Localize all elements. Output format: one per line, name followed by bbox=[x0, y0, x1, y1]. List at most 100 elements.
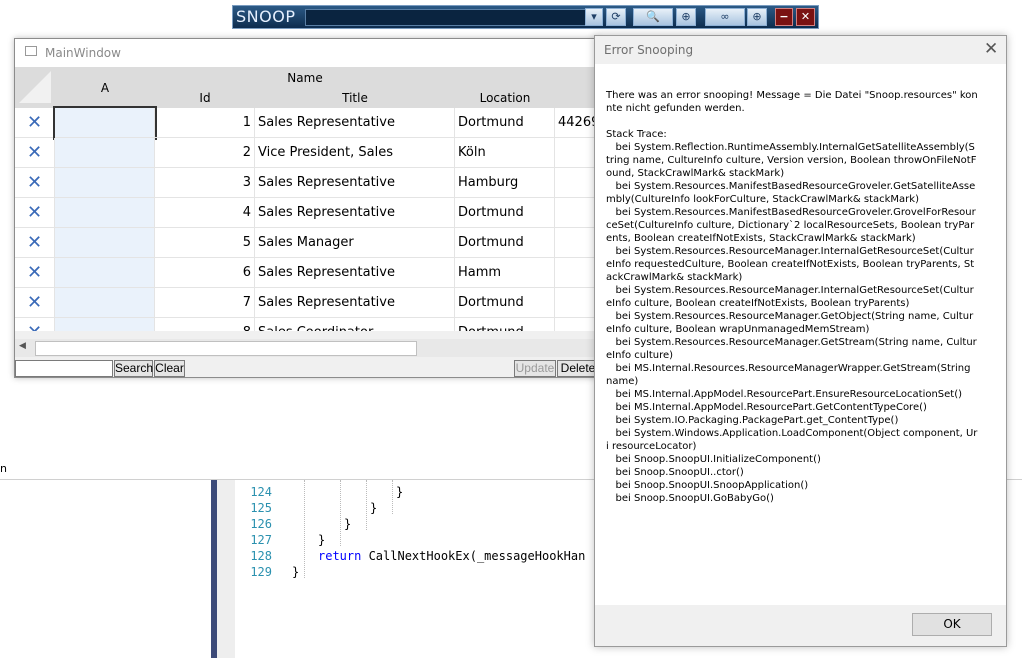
indent-guide bbox=[340, 480, 341, 546]
table-row[interactable]: ✕ 8Sales CoordinatorDortmund bbox=[15, 318, 599, 331]
cell-title[interactable]: Sales Representative bbox=[255, 198, 455, 228]
scroll-left-icon[interactable]: ◀ bbox=[19, 341, 26, 351]
delete-row-icon[interactable]: ✕ bbox=[15, 318, 55, 331]
cell-id[interactable]: 8 bbox=[155, 318, 255, 331]
table-row[interactable]: ✕ 7 Sales Representative Dortmund bbox=[15, 288, 599, 318]
cell-id[interactable]: 6 bbox=[155, 258, 255, 288]
cell-id[interactable]: 3 bbox=[155, 168, 255, 198]
cell-title[interactable]: Sales Representative bbox=[255, 258, 455, 288]
clear-button[interactable]: Clear bbox=[154, 360, 185, 377]
update-button[interactable]: Update bbox=[514, 360, 556, 377]
delete-row-icon[interactable]: ✕ bbox=[15, 138, 55, 168]
delete-row-icon[interactable]: ✕ bbox=[15, 258, 55, 288]
magnify-button[interactable]: ∞ bbox=[705, 8, 745, 26]
cell-location[interactable]: Dortmund bbox=[455, 288, 555, 318]
cell-extra[interactable] bbox=[555, 168, 599, 198]
table-row[interactable]: ✕ 5 Sales Manager Dortmund bbox=[15, 228, 599, 258]
cell-location[interactable]: Hamm bbox=[455, 258, 555, 288]
close-button[interactable]: ✕ bbox=[796, 8, 815, 26]
delete-row-icon[interactable]: ✕ bbox=[15, 108, 55, 138]
table-row[interactable]: ✕ 3 Sales Representative Hamburg bbox=[15, 168, 599, 198]
cell-a[interactable] bbox=[55, 168, 155, 198]
cell-id[interactable]: 4 bbox=[155, 198, 255, 228]
cell-title[interactable]: Sales Representative bbox=[255, 168, 455, 198]
cell-extra[interactable]: 44269 bbox=[555, 108, 599, 138]
cell-a[interactable] bbox=[55, 228, 155, 258]
code-text: CallNextHookEx(_messageHookHan bbox=[361, 549, 586, 563]
cell-id[interactable]: 2 bbox=[155, 138, 255, 168]
table-row[interactable]: ✕ 4 Sales Representative Dortmund bbox=[15, 198, 599, 228]
cell-title[interactable]: Vice President, Sales bbox=[255, 138, 455, 168]
cell-title[interactable]: Sales Manager bbox=[255, 228, 455, 258]
cell-a[interactable] bbox=[55, 318, 155, 331]
cell-extra[interactable] bbox=[555, 138, 599, 168]
cell-id[interactable]: 1 bbox=[155, 108, 255, 138]
search-input[interactable] bbox=[15, 360, 113, 377]
snoop-window-combo[interactable] bbox=[305, 9, 603, 26]
cell-location[interactable]: Dortmund bbox=[455, 198, 555, 228]
delete-row-icon[interactable]: ✕ bbox=[15, 288, 55, 318]
line-number: 129 bbox=[250, 565, 272, 579]
ide-margin bbox=[217, 480, 235, 658]
snoop-toolbar: SNOOP ▾ ⟳ 🔍 ⊕ ∞ ⊕ − ✕ bbox=[232, 5, 819, 29]
cell-location[interactable]: Hamburg bbox=[455, 168, 555, 198]
ok-button[interactable]: OK bbox=[912, 613, 992, 636]
error-dialog: Error Snooping ✕ There was an error snoo… bbox=[594, 35, 1007, 647]
cell-extra[interactable] bbox=[555, 318, 599, 331]
cell-id[interactable]: 7 bbox=[155, 288, 255, 318]
column-header-id[interactable]: Id bbox=[155, 91, 255, 105]
cell-a[interactable] bbox=[55, 198, 155, 228]
close-icon[interactable]: ✕ bbox=[984, 39, 998, 59]
combo-dropdown-button[interactable]: ▾ bbox=[585, 8, 603, 26]
table-row[interactable]: ✕ 1 Sales Representative Dortmund 44269 bbox=[15, 106, 599, 140]
crosshair-icon: ⊕ bbox=[752, 10, 762, 23]
column-header-title[interactable]: Title bbox=[255, 91, 455, 105]
cell-a[interactable] bbox=[53, 106, 157, 140]
code-text: } bbox=[344, 517, 352, 531]
window-icon bbox=[25, 46, 37, 56]
cell-id[interactable]: 5 bbox=[155, 228, 255, 258]
cell-extra[interactable] bbox=[555, 258, 599, 288]
cell-extra[interactable] bbox=[555, 198, 599, 228]
grid-header: A Name Id Title Location bbox=[15, 67, 599, 108]
cell-title[interactable]: Sales Coordinator bbox=[255, 318, 455, 331]
cell-location[interactable]: Dortmund bbox=[455, 108, 555, 138]
minimize-button[interactable]: − bbox=[775, 8, 793, 26]
delete-row-icon[interactable]: ✕ bbox=[15, 168, 55, 198]
column-header-location[interactable]: Location bbox=[455, 91, 555, 105]
snoop-crosshair-button[interactable]: ⊕ bbox=[676, 8, 696, 26]
cell-a[interactable] bbox=[55, 138, 155, 168]
code-line: 129} bbox=[248, 564, 299, 580]
search-button[interactable]: Search bbox=[114, 360, 153, 377]
column-header-a[interactable]: A bbox=[55, 81, 155, 95]
scrollbar-thumb[interactable] bbox=[35, 341, 417, 356]
table-row[interactable]: ✕ 2 Vice President, Sales Köln bbox=[15, 138, 599, 168]
crosshair-icon: ⊕ bbox=[681, 10, 691, 23]
cell-title[interactable]: Sales Representative bbox=[255, 288, 455, 318]
magnify-crosshair-button[interactable]: ⊕ bbox=[747, 8, 767, 26]
delete-row-icon[interactable]: ✕ bbox=[15, 228, 55, 258]
cell-extra[interactable] bbox=[555, 228, 599, 258]
data-grid[interactable]: A Name Id Title Location ✕ 1 Sales Represe… bbox=[15, 67, 599, 331]
cell-a[interactable] bbox=[55, 258, 155, 288]
code-line: 126} bbox=[248, 516, 351, 532]
cell-title[interactable]: Sales Representative bbox=[255, 108, 455, 138]
line-number: 127 bbox=[250, 533, 272, 547]
delete-row-icon[interactable]: ✕ bbox=[15, 198, 55, 228]
cell-location[interactable]: Dortmund bbox=[455, 318, 555, 331]
cell-extra[interactable] bbox=[555, 288, 599, 318]
refresh-button[interactable]: ⟳ bbox=[606, 8, 626, 26]
main-window-titlebar[interactable]: MainWindow bbox=[15, 39, 599, 67]
line-number: 124 bbox=[250, 485, 272, 499]
snoop-button[interactable]: 🔍 bbox=[633, 8, 673, 26]
horizontal-scrollbar[interactable]: ◀ bbox=[15, 339, 599, 357]
delete-button[interactable]: Delete bbox=[557, 360, 599, 377]
table-row[interactable]: ✕ 6 Sales Representative Hamm bbox=[15, 258, 599, 288]
select-all-corner[interactable] bbox=[17, 69, 53, 105]
code-text: } bbox=[396, 485, 404, 499]
cell-location[interactable]: Köln bbox=[455, 138, 555, 168]
code-line: 124} bbox=[248, 484, 403, 500]
indent-guide bbox=[304, 480, 305, 578]
cell-a[interactable] bbox=[55, 288, 155, 318]
cell-location[interactable]: Dortmund bbox=[455, 228, 555, 258]
